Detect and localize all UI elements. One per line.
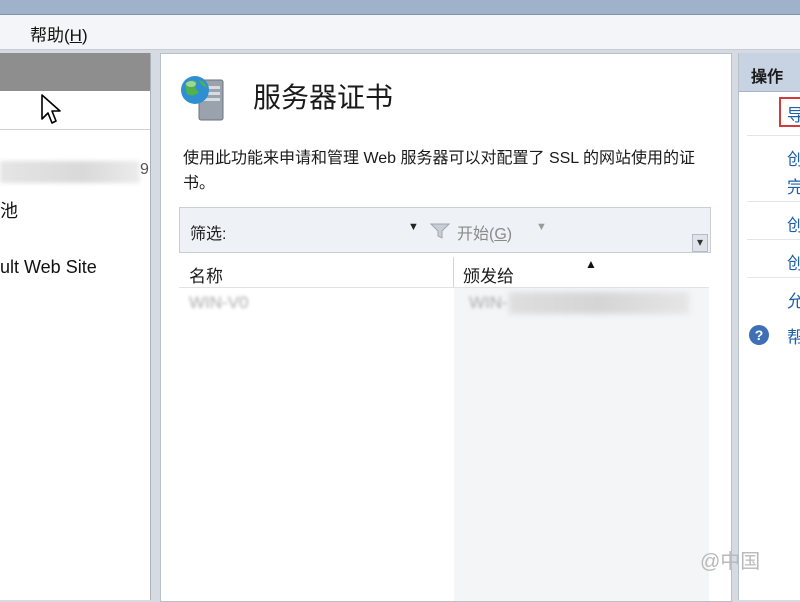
menu-help[interactable]: 帮助(H) xyxy=(30,21,88,46)
divider xyxy=(747,201,800,202)
column-header-name[interactable]: 名称 xyxy=(189,262,223,287)
action-create-domain-cert[interactable]: 创 xyxy=(787,211,800,236)
column-header-issued-to[interactable]: 颁发给 xyxy=(463,262,514,287)
filter-label: 筛选: xyxy=(190,226,227,243)
toolbar-overflow-icon[interactable]: ▾ xyxy=(692,234,708,252)
connections-toolbar xyxy=(0,91,150,130)
actions-panel: 操作 导 创 完 创 创 允 ? 帮 xyxy=(738,53,800,600)
feature-panel: 服务器证书 使用此功能来申请和管理 Web 服务器可以对配置了 SSL 的网站使… xyxy=(160,53,732,602)
menu-bar: 帮助(H) xyxy=(0,15,800,50)
sort-ascending-icon: ▲ xyxy=(585,257,597,271)
action-enable-auto-rebind[interactable]: 允 xyxy=(787,287,800,312)
column-separator[interactable] xyxy=(453,257,454,287)
tree-node-default-web-site[interactable]: ult Web Site xyxy=(0,257,97,278)
server-globe-icon xyxy=(181,76,224,121)
grid-header: 名称 颁发给 ▲ xyxy=(179,257,709,288)
divider xyxy=(747,277,800,278)
blurred-issued-to-value xyxy=(509,292,689,314)
page-title: 服务器证书 xyxy=(253,82,394,113)
feature-description: 使用此功能来申请和管理 Web 服务器可以对配置了 SSL 的网站使用的证书。 xyxy=(183,150,696,192)
action-complete-request[interactable]: 完 xyxy=(787,173,800,198)
actions-title: 操作 xyxy=(751,69,784,86)
start-dropdown-arrow-icon[interactable]: ▼ xyxy=(536,221,547,233)
action-create-self-signed[interactable]: 创 xyxy=(787,249,800,274)
action-create-request[interactable]: 创 xyxy=(787,145,800,170)
tree-node-fragment: 9 xyxy=(140,161,149,178)
mouse-cursor-icon xyxy=(41,94,61,124)
sorted-column-shading xyxy=(454,288,709,601)
connections-header xyxy=(0,53,150,91)
action-help[interactable]: 帮 xyxy=(787,323,800,348)
help-icon[interactable]: ? xyxy=(749,325,769,345)
divider xyxy=(747,135,800,136)
connections-panel: 9 池 ult Web Site xyxy=(0,53,151,600)
table-row-name[interactable]: WIN-V0 xyxy=(189,293,249,313)
actions-header: 操作 xyxy=(739,53,800,92)
filter-toolbar: 筛选: ▼ 开始(G) ▼ ▾ xyxy=(179,207,711,253)
funnel-icon xyxy=(430,223,450,239)
blurred-server-node[interactable] xyxy=(0,161,140,183)
filter-dropdown-arrow-icon[interactable]: ▼ xyxy=(408,221,419,233)
watermark: @中国 xyxy=(700,551,761,573)
start-filter-button[interactable]: 开始(G) xyxy=(457,220,512,244)
divider xyxy=(747,239,800,240)
window-title-strip xyxy=(0,0,800,15)
action-import[interactable]: 导 xyxy=(787,101,800,126)
certificate-list: WIN-V0 WIN- xyxy=(179,288,709,601)
table-row-issued-to[interactable]: WIN- xyxy=(469,293,508,313)
filter-input[interactable] xyxy=(236,216,420,244)
tree-node-app-pools[interactable]: 池 xyxy=(0,197,18,223)
